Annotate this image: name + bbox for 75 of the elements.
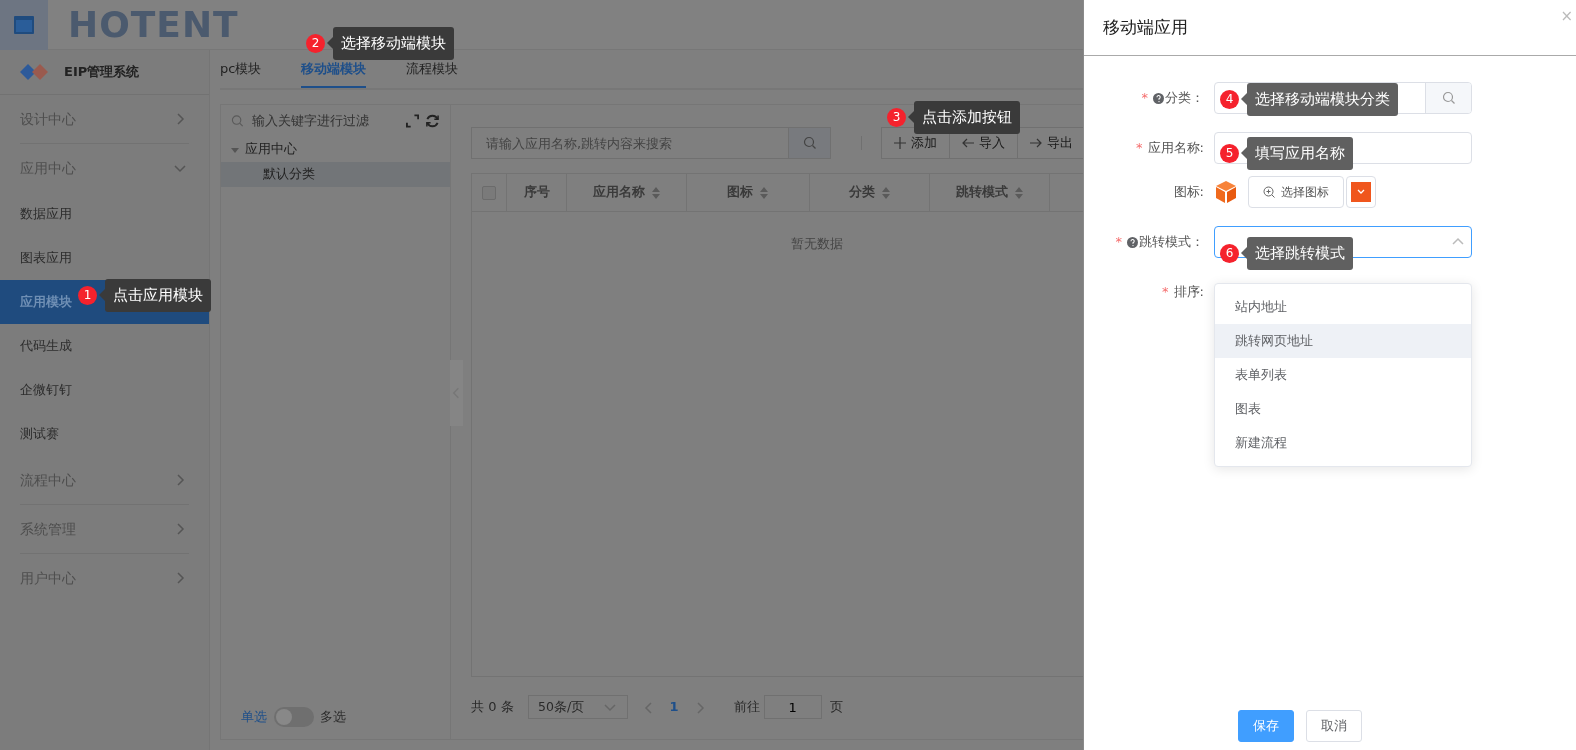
color-picker[interactable] xyxy=(1346,176,1376,208)
column-header: 序号 xyxy=(523,183,550,202)
cube-icon xyxy=(1214,180,1238,204)
column-header: 跳转模式 xyxy=(955,183,1008,202)
tab[interactable]: pc模块 xyxy=(220,50,262,88)
toggle-label: 单选 xyxy=(241,708,267,727)
dropdown-option[interactable]: 新建流程 xyxy=(1215,426,1471,460)
filter-field[interactable]: 输入关键字进行过滤 xyxy=(250,110,400,132)
field-label: 图标: xyxy=(1173,183,1204,202)
goto-label: 前往 xyxy=(733,698,760,717)
tree-node[interactable]: 应用中心 xyxy=(221,137,450,162)
system-title: EIP管理系统 xyxy=(64,63,140,82)
menu-label: 测试赛 xyxy=(20,424,59,443)
save-button[interactable]: 保存 xyxy=(1238,710,1294,742)
required-mark: * xyxy=(1136,139,1143,158)
dropdown-option[interactable]: 表单列表 xyxy=(1215,358,1471,392)
tree-label: 应用中心 xyxy=(245,140,297,159)
choose-icon-button[interactable]: 选择图标 xyxy=(1248,176,1344,208)
menu-item[interactable]: 数据应用 xyxy=(0,192,209,236)
search-icon xyxy=(802,136,817,150)
close-button[interactable]: × xyxy=(1560,5,1573,50)
menu-item[interactable]: 企微钉钉 xyxy=(0,368,209,412)
column-header: 应用名称 xyxy=(592,183,645,202)
tree-node[interactable]: 默认分类 xyxy=(221,162,450,187)
menu-label: 企微钉钉 xyxy=(20,380,72,399)
step-number: 3 xyxy=(887,107,906,127)
search-button[interactable] xyxy=(789,127,831,159)
menu-label: 数据应用 xyxy=(20,204,72,223)
arrow-left-icon xyxy=(962,137,974,149)
arrow-right-icon xyxy=(1030,137,1042,149)
page-number[interactable]: 1 xyxy=(669,697,679,717)
page-suffix: 页 xyxy=(829,698,843,717)
sort-icon xyxy=(1013,185,1024,200)
zoom-in-icon xyxy=(1263,186,1275,198)
page-input[interactable]: 1 xyxy=(763,695,822,719)
toggle-switch[interactable] xyxy=(273,707,314,727)
plus-icon xyxy=(894,137,906,149)
dropdown-option[interactable]: 图表 xyxy=(1215,392,1471,426)
sort-icon xyxy=(759,185,769,200)
expand-icon xyxy=(405,114,420,128)
menu-item[interactable]: 图表应用 xyxy=(0,236,209,280)
field-label: 分类： xyxy=(1165,89,1204,108)
column-header: 图标 xyxy=(727,183,753,202)
field-label: 排序: xyxy=(1173,283,1204,302)
column-header: 分类 xyxy=(848,183,875,202)
tooltip: 选择移动端模块分类 xyxy=(1241,83,1398,116)
search-icon xyxy=(1441,91,1456,105)
tooltip: 选择跳转模式 xyxy=(1241,237,1353,270)
search-icon xyxy=(231,114,245,128)
dropdown-option[interactable]: 跳转网页地址 xyxy=(1215,324,1471,358)
page-size-select[interactable]: 50条/页 xyxy=(527,695,628,719)
required-mark: * xyxy=(1162,283,1169,302)
menu-label: 应用模块 xyxy=(20,292,72,311)
field-label: 应用名称: xyxy=(1147,139,1204,158)
window-icon xyxy=(14,16,34,34)
tree-label: 默认分类 xyxy=(263,165,315,184)
menu-item[interactable]: 测试赛 xyxy=(0,412,209,456)
sort-icon xyxy=(880,185,891,200)
refresh-icon xyxy=(425,113,440,129)
drawer-title: 移动端应用 xyxy=(1103,15,1188,39)
sort-icon xyxy=(650,185,661,200)
toolbar-button[interactable]: 导出 xyxy=(1017,127,1086,159)
menu-label: 图表应用 xyxy=(20,248,72,267)
menu-item[interactable]: 代码生成 xyxy=(0,324,209,368)
menu-label: 代码生成 xyxy=(20,336,72,355)
dropdown-option[interactable]: 站内地址 xyxy=(1215,290,1471,324)
field-label: 跳转模式： xyxy=(1139,233,1204,252)
app-menu-button[interactable] xyxy=(0,0,48,50)
cancel-button[interactable]: 取消 xyxy=(1306,710,1362,742)
required-mark: * xyxy=(1141,89,1148,108)
tooltip: 点击应用模块 xyxy=(99,279,211,312)
tooltip: 填写应用名称 xyxy=(1241,137,1353,170)
toggle-label: 多选 xyxy=(320,708,346,727)
total-count: 共 0 条 xyxy=(471,698,514,717)
required-mark: * xyxy=(1115,233,1122,252)
